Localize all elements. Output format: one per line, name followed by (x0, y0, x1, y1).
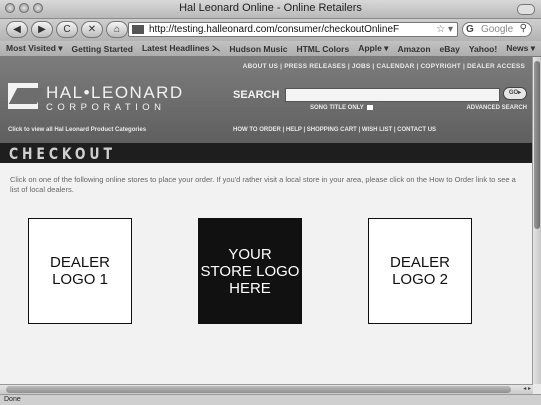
dealer-logo-1[interactable]: DEALER LOGO 1 (28, 218, 132, 324)
logo-mark-icon (8, 83, 38, 109)
bookmark-getting-started[interactable]: Getting Started (72, 44, 133, 54)
bookmark-html-colors[interactable]: HTML Colors (296, 44, 349, 54)
store-logo[interactable]: YOUR STORE LOGO HERE (198, 218, 302, 324)
bookmark-most-visited[interactable]: Most Visited ▾ (6, 43, 63, 54)
status-text: Done (4, 396, 21, 403)
toolbar-toggle-button[interactable] (517, 4, 535, 15)
checkout-heading: CHECKOUT (9, 144, 116, 163)
home-button[interactable]: ⌂ (106, 21, 128, 38)
stop-button[interactable]: ✕ (81, 21, 103, 38)
bookmark-star-icon[interactable]: ☆ ▾ (436, 23, 453, 36)
dealer-logo-1-label: DEALER LOGO 1 (49, 254, 111, 288)
address-bar[interactable]: http://testing.halleonard.com/consumer/c… (128, 22, 458, 37)
dealer-logo-2[interactable]: DEALER LOGO 2 (368, 218, 472, 324)
search-label: SEARCH (233, 89, 280, 101)
google-icon[interactable]: G (466, 23, 474, 36)
top-links[interactable]: ABOUT US | PRESS RELEASES | JOBS | CALEN… (243, 63, 525, 70)
site-search-input[interactable] (285, 88, 500, 102)
vertical-scrollbar[interactable] (532, 57, 541, 384)
logo-corporation: CORPORATION (46, 102, 166, 113)
store-logo-label: YOUR STORE LOGO HERE (200, 245, 300, 297)
bookmark-apple[interactable]: Apple ▾ (358, 43, 388, 54)
status-bar: Done (0, 394, 541, 405)
horizontal-scrollbar[interactable]: ◂ ▸ (0, 384, 533, 394)
window-title: Hal Leonard Online - Online Retailers (179, 2, 362, 14)
bookmark-latest-headlines[interactable]: Latest Headlines ⋋ (142, 43, 220, 54)
reload-button[interactable]: C (56, 21, 78, 38)
back-button[interactable]: ◀ (6, 21, 28, 38)
search-engine-input[interactable]: G Google ⚲ (462, 22, 532, 37)
site-favicon-icon (132, 25, 144, 34)
scroll-arrows-icon[interactable]: ◂ ▸ (523, 385, 531, 392)
product-categories-link[interactable]: Click to view all Hal Leonard Product Ca… (8, 127, 146, 133)
vertical-scroll-thumb[interactable] (534, 61, 540, 229)
search-go-button[interactable]: GO▸ (503, 87, 527, 100)
horizontal-scroll-thumb[interactable] (6, 386, 511, 393)
song-title-only-checkbox[interactable] (366, 105, 373, 110)
forward-button[interactable]: ▶ (31, 21, 53, 38)
advanced-search-link[interactable]: ADVANCED SEARCH (466, 105, 527, 111)
search-icon[interactable]: ⚲ (520, 22, 527, 35)
checkout-content: Click on one of the following online sto… (0, 163, 533, 324)
bookmark-hudson-music[interactable]: Hudson Music (229, 44, 287, 54)
bookmark-yahoo[interactable]: Yahoo! (469, 44, 497, 54)
search-placeholder: Google (481, 24, 514, 35)
song-title-only-label: SONG TITLE ONLY (310, 105, 364, 112)
bookmarks-bar: Most Visited ▾ Getting Started Latest He… (0, 41, 541, 57)
logo-name: HAL•LEONARD (46, 83, 184, 102)
web-page: ABOUT US | PRESS RELEASES | JOBS | CALEN… (0, 57, 533, 384)
site-nav-links[interactable]: HOW TO ORDER | HELP | SHOPPING CART | WI… (233, 127, 436, 133)
url-text: http://testing.halleonard.com/consumer/c… (149, 24, 400, 35)
bookmark-news[interactable]: News ▾ (506, 43, 535, 54)
song-title-only-option[interactable]: SONG TITLE ONLY (310, 105, 373, 111)
title-bar: Hal Leonard Online - Online Retailers (0, 0, 541, 19)
bookmark-amazon[interactable]: Amazon (397, 44, 430, 54)
navigation-toolbar: ◀ ▶ C ✕ ⌂ http://testing.halleonard.com/… (0, 19, 541, 41)
hal-leonard-logo[interactable]: HAL•LEONARD CORPORATION (8, 81, 208, 121)
browser-window: Hal Leonard Online - Online Retailers ◀ … (0, 0, 541, 405)
dealer-logo-2-label: DEALER LOGO 2 (389, 254, 451, 288)
bookmark-ebay[interactable]: eBay (440, 44, 460, 54)
checkout-intro-text: Click on one of the following online sto… (10, 175, 516, 194)
checkout-banner: CHECKOUT (0, 143, 533, 163)
site-header: ABOUT US | PRESS RELEASES | JOBS | CALEN… (0, 57, 533, 143)
